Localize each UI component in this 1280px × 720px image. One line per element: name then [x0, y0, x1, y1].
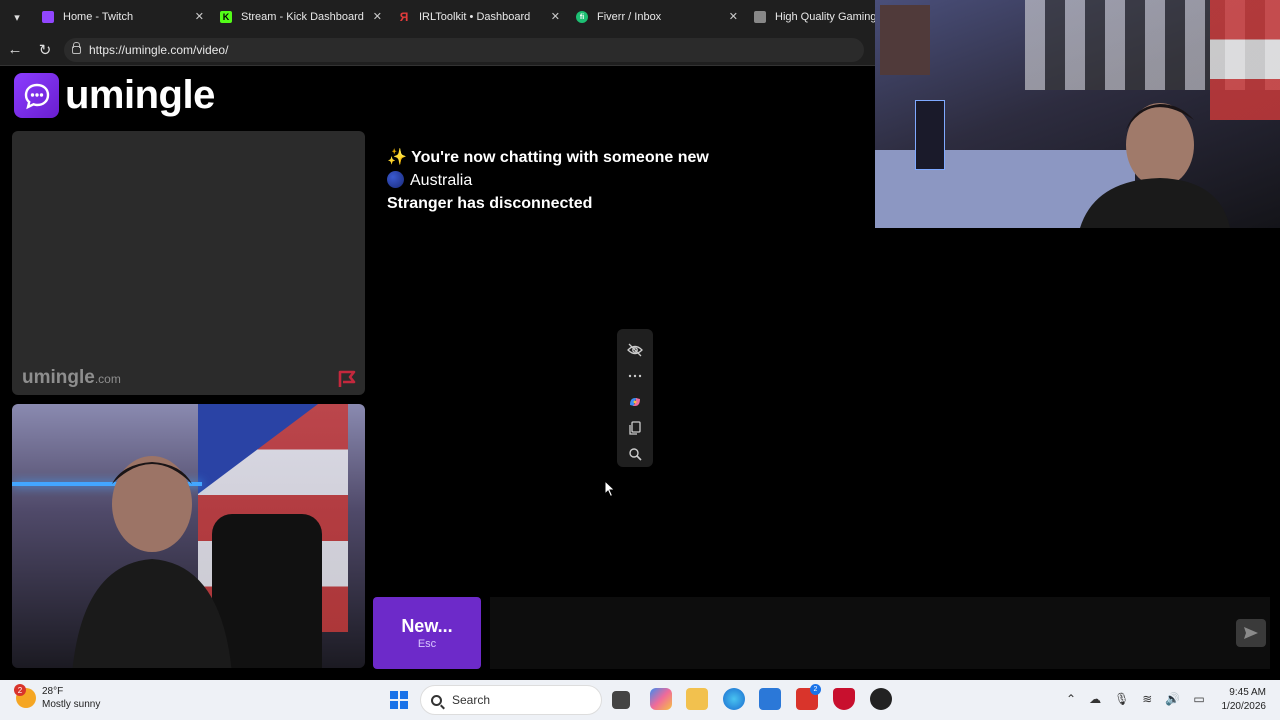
more-icon[interactable]	[623, 363, 647, 389]
floating-mini-toolbar	[617, 329, 653, 467]
onedrive-cloud-icon[interactable]: ☁	[1089, 692, 1101, 706]
battery-icon[interactable]: ▭	[1193, 692, 1204, 706]
streamer-webcam-overlay	[875, 0, 1280, 228]
copilot-app-icon[interactable]	[650, 688, 672, 710]
close-icon[interactable]: ✕	[373, 10, 382, 23]
mcafee-shield-icon[interactable]	[833, 688, 855, 710]
system-tray: ⌃ ☁ 🎙 ≋ 🔊 ▭	[1066, 692, 1218, 706]
edge-browser-icon[interactable]	[723, 688, 745, 710]
eye-off-icon[interactable]	[623, 337, 647, 363]
weather-text: 28°F Mostly sunny	[42, 685, 100, 711]
person-silhouette	[72, 456, 232, 668]
sparkles-icon: ✨	[387, 149, 407, 166]
irltoolkit-icon: Я	[399, 10, 409, 24]
new-chat-button[interactable]: New... Esc	[373, 597, 481, 669]
tab-title: IRLToolkit • Dashboard	[419, 11, 531, 23]
taskbar-clock[interactable]: 9:45 AM 1/20/2026	[1222, 686, 1267, 714]
stranger-video: umingle.com	[12, 131, 365, 395]
self-camera-video	[12, 404, 365, 668]
taskbar-search-label: Search	[452, 693, 491, 707]
lock-icon	[72, 41, 81, 54]
pc-tower	[915, 100, 945, 170]
tab-fiverr-inbox[interactable]: fi Fiverr / Inbox ✕	[568, 0, 746, 34]
twitch-icon	[42, 11, 54, 23]
temperature: 28°F	[42, 686, 64, 697]
send-icon	[1244, 627, 1258, 639]
url-input[interactable]: https://umingle.com/video/	[64, 37, 864, 62]
kick-icon: K	[220, 11, 232, 23]
microphone-icon[interactable]: 🎙	[1114, 692, 1129, 706]
umingle-logo[interactable]: umingle	[14, 73, 215, 118]
close-icon[interactable]: ✕	[195, 10, 204, 23]
wall-poster	[880, 5, 930, 75]
close-icon[interactable]: ✕	[729, 10, 738, 23]
close-icon[interactable]: ✕	[551, 10, 560, 23]
video-watermark: umingle.com	[22, 367, 121, 389]
screen: ▾ Home - Twitch ✕ K Stream - Kick Dashbo…	[0, 0, 1280, 720]
streamer-silhouette	[1080, 103, 1230, 228]
weather-badge: 2	[14, 684, 26, 696]
copilot-icon[interactable]	[623, 389, 647, 415]
fiverr-icon: fi	[576, 11, 588, 23]
search-icon	[431, 694, 442, 706]
chat-composer: New... Esc	[372, 597, 1270, 669]
search-icon[interactable]	[623, 441, 647, 467]
tab-twitch[interactable]: Home - Twitch ✕	[34, 0, 212, 34]
send-button[interactable]	[1236, 619, 1266, 647]
clock-date: 1/20/2026	[1221, 701, 1267, 712]
reload-icon[interactable]: ↻	[30, 35, 60, 65]
start-button-windows-icon[interactable]	[390, 691, 408, 709]
windows-taskbar: 2 28°F Mostly sunny Search 2 ⌃ ☁ 🎙 ≋ 🔊 ▭…	[0, 680, 1280, 720]
chat-country-text: Australia	[410, 172, 473, 189]
volume-icon[interactable]: 🔊	[1165, 692, 1180, 706]
taskbar-search-box[interactable]: Search	[420, 685, 602, 715]
tab-list-chevron-icon[interactable]: ▾	[0, 0, 34, 34]
url-text: https://umingle.com/video/	[89, 42, 229, 57]
copy-icon[interactable]	[623, 415, 647, 441]
wifi-icon[interactable]: ≋	[1142, 692, 1152, 706]
tab-title: Stream - Kick Dashboard	[241, 11, 364, 23]
chat-bubble-icon	[14, 73, 59, 118]
report-flag-icon[interactable]	[337, 369, 359, 389]
sun-icon: 2	[14, 684, 36, 708]
file-explorer-icon[interactable]	[686, 688, 708, 710]
weather-condition: Mostly sunny	[42, 699, 101, 710]
watermark-text: umingle	[22, 367, 95, 388]
back-arrow-icon[interactable]: ←	[0, 35, 30, 65]
tab-kick-dashboard[interactable]: K Stream - Kick Dashboard ✕	[212, 0, 390, 34]
obs-icon[interactable]	[870, 688, 892, 710]
australia-flag-icon	[387, 171, 404, 188]
mail-badge: 2	[810, 684, 821, 695]
clock-time: 9:45 AM	[1229, 687, 1266, 698]
task-view-icon[interactable]	[612, 691, 630, 709]
tab-title: Home - Twitch	[63, 11, 134, 23]
chat-disconnect-text: Stranger has disconnected	[387, 195, 593, 212]
new-chat-label: New...	[401, 616, 453, 636]
mail-app-icon[interactable]: 2	[796, 684, 821, 710]
tab-title: Fiverr / Inbox	[597, 11, 662, 23]
new-chat-shortcut: Esc	[417, 638, 437, 650]
watermark-suffix: .com	[94, 372, 121, 386]
chat-status-text: You're now chatting with someone new	[411, 149, 709, 166]
tab-irltoolkit[interactable]: Я IRLToolkit • Dashboard ✕	[390, 0, 568, 34]
microsoft-store-icon[interactable]	[759, 688, 781, 710]
logo-text: umingle	[65, 73, 215, 117]
mouse-cursor-icon	[604, 480, 616, 498]
chevron-up-icon[interactable]: ⌃	[1066, 692, 1076, 706]
weather-widget[interactable]: 2 28°F Mostly sunny	[14, 684, 100, 711]
page-icon	[754, 11, 766, 23]
message-input[interactable]	[490, 597, 1270, 669]
